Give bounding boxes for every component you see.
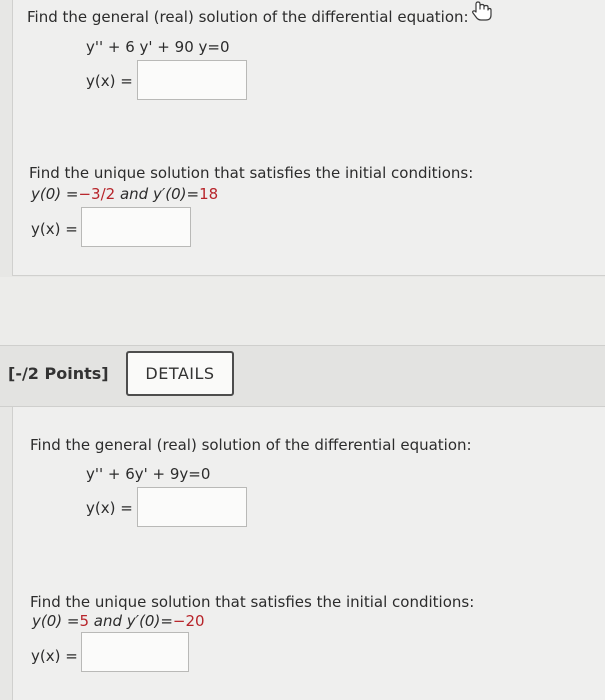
differential-equation: y'' + 6y' + 9y=0 — [86, 465, 211, 483]
answer-label: y(x) = — [86, 72, 133, 90]
differential-equation: y'' + 6 y' + 90 y=0 — [86, 38, 230, 56]
answer-label: y(x) = — [31, 647, 78, 665]
initial-conditions: y(0) =5 and y′(0)=−20 — [32, 612, 205, 630]
divider-band — [0, 277, 605, 345]
hand-pointer-icon — [472, 1, 492, 21]
condition-value-2: −20 — [172, 612, 205, 630]
points-label: [-/2 Points] — [8, 364, 109, 383]
condition-middle: and y′(0)= — [93, 612, 173, 630]
general-solution-input[interactable] — [137, 487, 247, 527]
answer-label: y(x) = — [31, 220, 78, 238]
question-prompt: Find the general (real) solution of the … — [30, 436, 472, 454]
general-solution-input[interactable] — [137, 60, 247, 100]
initial-conditions: y(0) =−3/2 and y′(0)=18 — [31, 185, 218, 203]
condition-value-2: 18 — [199, 185, 219, 203]
question-prompt: Find the general (real) solution of the … — [27, 8, 469, 26]
condition-value-1: 5 — [79, 612, 90, 630]
initial-conditions-prompt: Find the unique solution that satisfies … — [30, 593, 475, 611]
unique-solution-input[interactable] — [81, 632, 189, 672]
initial-conditions-prompt: Find the unique solution that satisfies … — [29, 164, 474, 182]
details-button[interactable]: DETAILS — [126, 351, 234, 396]
condition-prefix: y(0) = — [32, 612, 80, 630]
condition-middle: and y′(0)= — [119, 185, 200, 203]
condition-value-1: −3/2 — [78, 185, 116, 203]
unique-solution-input[interactable] — [81, 207, 191, 247]
condition-prefix: y(0) = — [31, 185, 79, 203]
answer-label: y(x) = — [86, 499, 133, 517]
